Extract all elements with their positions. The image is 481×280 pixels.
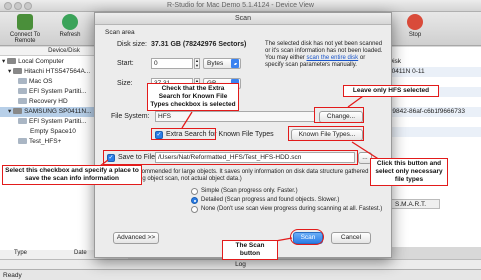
close-dot-icon[interactable] <box>4 2 12 10</box>
window-titlebar: R-Studio for Mac Demo 5.1.4124 - Device … <box>0 0 481 12</box>
log-bar[interactable]: Log <box>0 259 481 269</box>
scan-area-label: Scan area <box>105 29 135 36</box>
extra-search-highlight <box>151 128 216 140</box>
file-system-label: File System: <box>111 113 150 120</box>
recommend-text: (Recommended for large objects. It saves… <box>129 169 369 182</box>
start-input[interactable]: 0 <box>151 58 193 69</box>
callout-select-checkbox: Select this checkbox and specify a place… <box>2 165 142 185</box>
start-label: Start: <box>117 60 134 67</box>
cancel-button[interactable]: Cancel <box>331 232 371 244</box>
start-stepper[interactable]: ▲ ▼ <box>194 58 200 69</box>
property-row: 7e-9842-86af-c6b1f9666733 <box>380 107 481 117</box>
callout-leave-hfs: Leave only HFS selected <box>343 85 439 97</box>
zoom-dot-icon[interactable] <box>24 2 32 10</box>
window-title: R-Studio for Mac Demo 5.1.4124 - Device … <box>167 2 314 9</box>
properties-pane: n,Disk SP0411N 0-11 7e-9842-86af-c6b1f96… <box>380 47 481 247</box>
property-row: n,Disk <box>383 58 402 65</box>
status-bar: Ready <box>0 269 481 280</box>
partition-icon <box>18 118 27 125</box>
dialog-title: Scan <box>95 13 391 25</box>
partition-icon <box>18 78 27 85</box>
scan-view-none-label: None (Don't use scan view progress durin… <box>201 206 383 212</box>
disk-size-value: 37.31 GB (78242976 Sectors) <box>151 41 247 48</box>
callout-check-extra: Check that the Extra Search for Known Fi… <box>147 83 239 111</box>
disk-size-label: Disk size: <box>117 41 147 48</box>
connect-icon <box>17 14 33 30</box>
minimize-dot-icon[interactable] <box>14 2 22 10</box>
start-unit-select[interactable]: Bytes <box>203 58 241 69</box>
scan-view-simple-radio[interactable] <box>191 188 198 195</box>
advanced-button[interactable]: Advanced >> <box>113 232 159 244</box>
size-label: Size: <box>117 80 133 87</box>
scan-view-detailed-label: Detailed (Scan progress and found object… <box>201 197 340 203</box>
known-types-highlight <box>288 126 364 141</box>
callout-scan-button: The Scan button <box>222 240 278 260</box>
stop-label: Stop <box>408 32 422 38</box>
disk-icon <box>13 68 23 75</box>
scan-view-simple-label: Simple (Scan progress only. Faster.) <box>201 188 298 194</box>
partition-icon <box>18 138 27 145</box>
refresh-label: Refresh <box>59 32 81 38</box>
refresh-button[interactable]: Refresh <box>55 14 85 38</box>
property-row: SP0411N 0-11 <box>380 67 481 77</box>
property-row <box>380 117 481 127</box>
computer-icon <box>7 58 17 65</box>
callout-click-button: Click this button and select only necess… <box>370 158 448 186</box>
scan-view-detailed-radio[interactable] <box>191 197 198 204</box>
refresh-icon <box>62 14 78 30</box>
scan-entire-disk-link[interactable]: scan the entire disk <box>306 55 358 61</box>
property-row <box>380 127 481 137</box>
save-file-highlight <box>103 150 358 165</box>
scan-info-text: The selected disk has not yet been scann… <box>265 41 383 68</box>
partition-icon <box>18 88 27 95</box>
type-column[interactable]: Type <box>14 250 27 256</box>
stop-button[interactable]: Stop <box>402 14 428 38</box>
connect-label: Connect To Remote <box>9 32 41 44</box>
scan-button-highlight <box>290 229 324 245</box>
stop-icon <box>407 14 423 30</box>
file-system-field: HFS <box>155 111 315 122</box>
scan-view-none-radio[interactable] <box>191 206 198 213</box>
change-button-highlight <box>314 107 364 123</box>
date-column[interactable]: Date <box>74 250 87 256</box>
disk-icon <box>13 108 23 115</box>
partition-icon <box>18 98 27 105</box>
property-row <box>380 97 481 107</box>
connect-remote-button[interactable]: Connect To Remote <box>2 14 48 44</box>
